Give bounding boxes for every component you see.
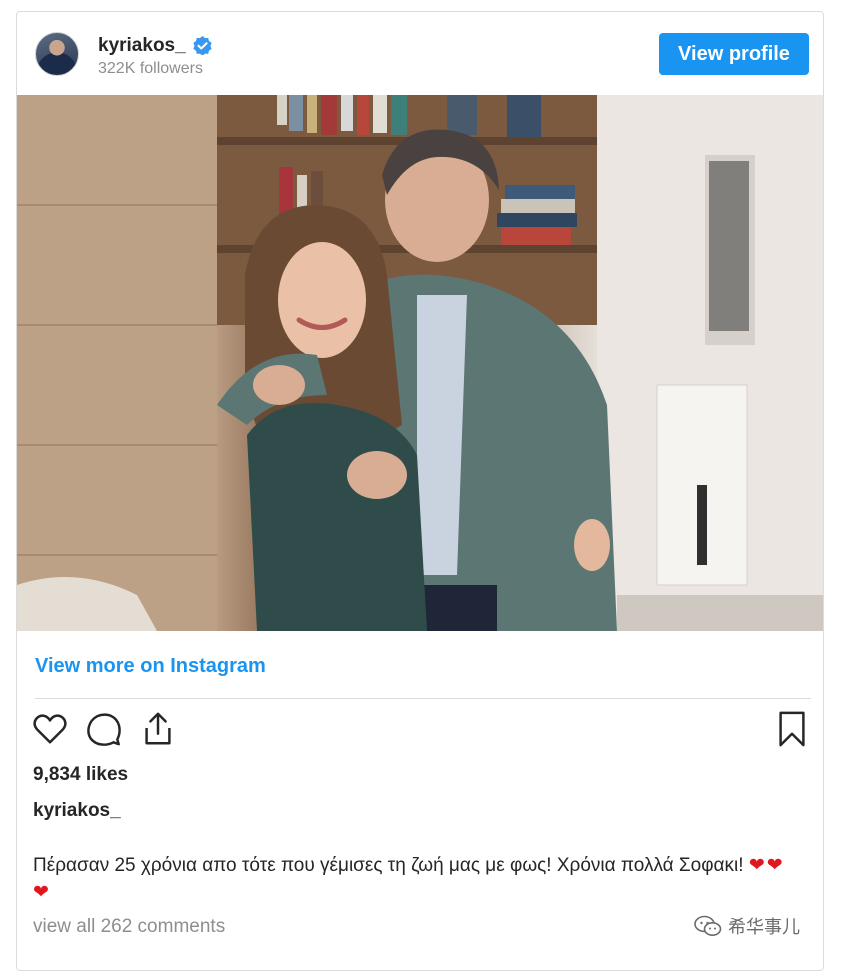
comment-icon[interactable] xyxy=(85,710,123,748)
like-count[interactable]: 9,834 likes xyxy=(33,764,128,786)
post-header: kyriakos_ 322K followers View profile xyxy=(17,12,823,95)
share-icon[interactable] xyxy=(139,710,177,748)
view-all-comments-link[interactable]: view all 262 comments xyxy=(33,916,225,938)
caption-text: Πέρασαν 25 χρόνια απο τότε που γέμισες τ… xyxy=(33,855,744,876)
watermark-text: 希华事儿 xyxy=(728,917,800,937)
post-photo[interactable] xyxy=(17,95,823,631)
watermark: 希华事儿 xyxy=(694,914,800,938)
caption: Πέρασαν 25 χρόνια απο τότε που γέμισες τ… xyxy=(33,852,793,906)
divider xyxy=(35,698,811,699)
post-photo-image xyxy=(17,95,823,631)
bookmark-icon[interactable] xyxy=(773,710,811,748)
avatar[interactable] xyxy=(35,32,79,76)
view-more-on-instagram-link[interactable]: View more on Instagram xyxy=(35,655,266,678)
instagram-embed-card: kyriakos_ 322K followers View profile Vi… xyxy=(16,11,824,971)
follower-count: 322K followers xyxy=(98,60,203,77)
verified-badge-icon xyxy=(193,36,212,55)
username-link[interactable]: kyriakos_ xyxy=(98,35,186,57)
wechat-icon xyxy=(694,915,722,936)
action-bar xyxy=(17,710,823,750)
view-profile-button[interactable]: View profile xyxy=(659,33,809,75)
caption-username[interactable]: kyriakos_ xyxy=(33,800,121,822)
heart-icon[interactable] xyxy=(31,710,69,748)
